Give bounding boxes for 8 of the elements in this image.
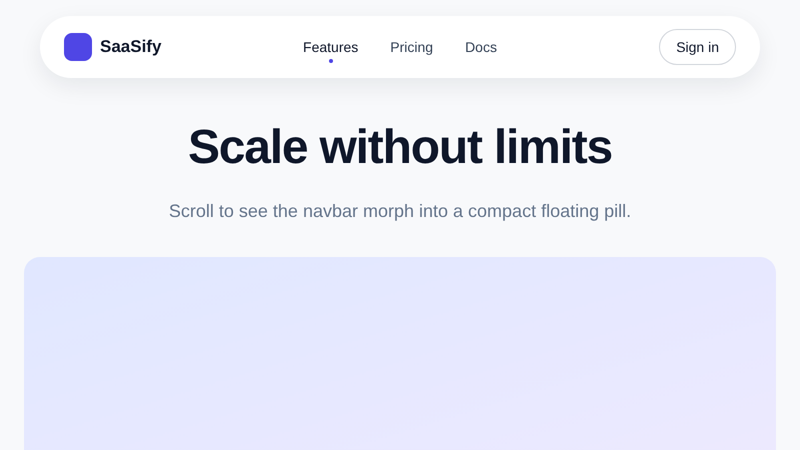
hero-title: Scale without limits	[186, 120, 614, 176]
hero-subtitle: Scroll to see the navbar morph into a compact floating pill.	[168, 200, 632, 223]
logo-icon	[64, 33, 92, 61]
brand-name: SaaSify	[100, 36, 162, 58]
sign-in-button[interactable]: Sign in	[659, 29, 736, 65]
nav-link[interactable]: Docs	[465, 36, 497, 58]
nav-link[interactable]: Pricing	[390, 36, 434, 58]
nav-link[interactable]: Features	[303, 36, 358, 58]
